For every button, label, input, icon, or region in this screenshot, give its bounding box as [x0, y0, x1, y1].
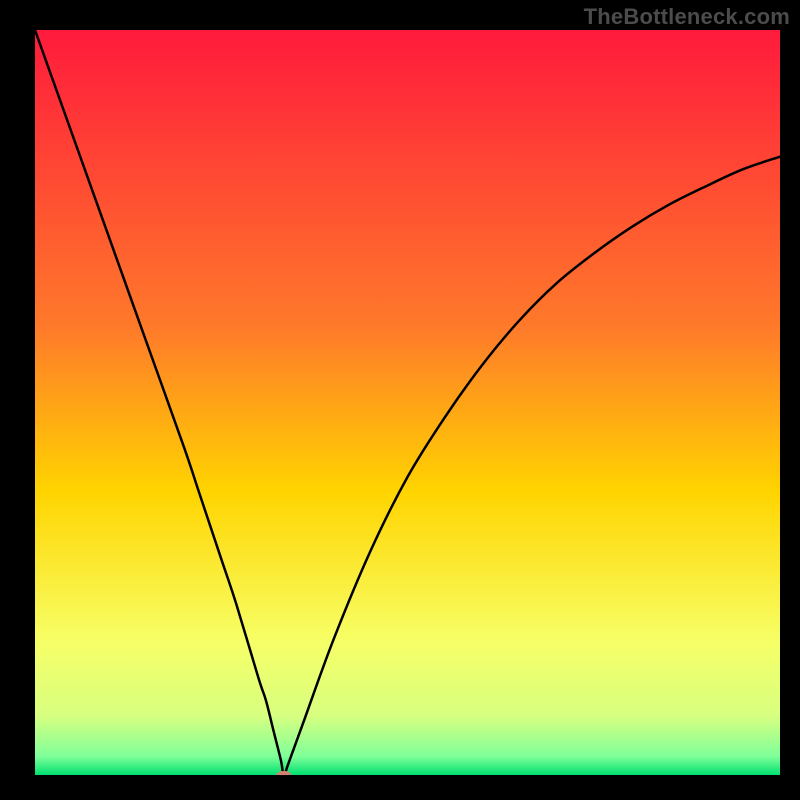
chart-frame: TheBottleneck.com — [0, 0, 800, 800]
watermark-text: TheBottleneck.com — [584, 4, 790, 30]
chart-svg — [35, 30, 780, 775]
plot-area — [35, 30, 780, 775]
chart-background — [35, 30, 780, 775]
